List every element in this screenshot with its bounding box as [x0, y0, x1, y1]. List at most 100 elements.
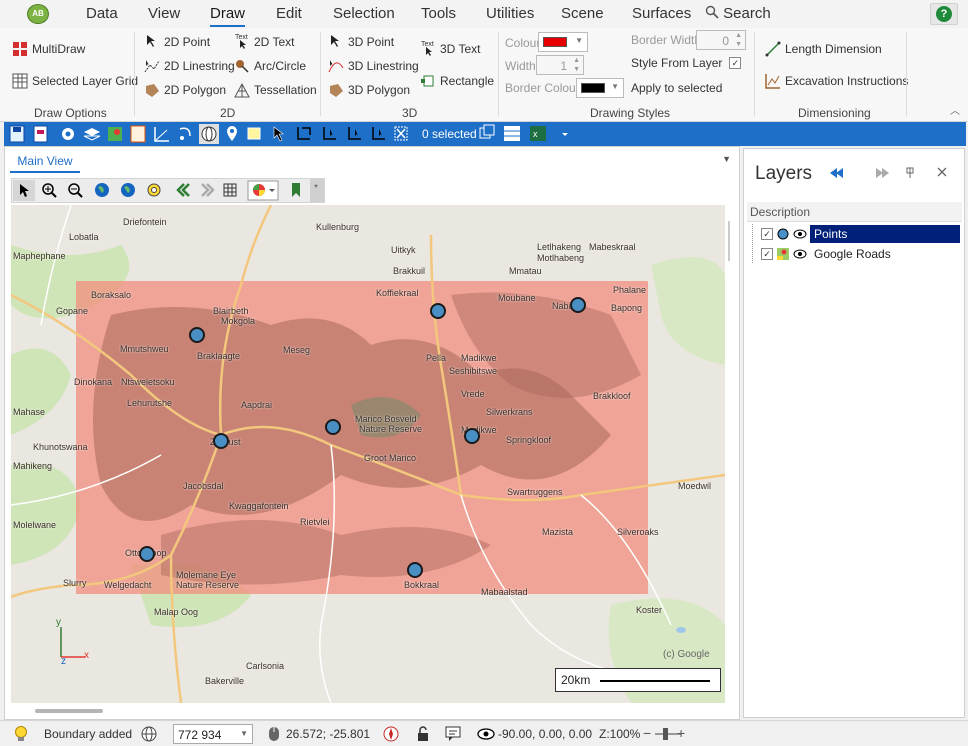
zoom-out-icon[interactable]	[68, 183, 83, 198]
compass-icon[interactable]	[383, 726, 399, 742]
apply-to-selected-button[interactable]: Apply to selected	[631, 81, 722, 95]
layer-row-google-roads[interactable]: ✓ Google Roads	[752, 244, 960, 263]
zoom-slider-thumb[interactable]	[663, 728, 668, 740]
map-point-marker[interactable]	[139, 546, 155, 562]
crop-remove-icon[interactable]	[348, 127, 361, 140]
collapse-left-icon[interactable]	[830, 168, 843, 178]
globe-icon[interactable]	[95, 183, 109, 197]
save-icon[interactable]	[9, 125, 25, 143]
close-icon[interactable]	[937, 167, 947, 177]
layers-scrollbar[interactable]	[728, 221, 730, 261]
angle-icon[interactable]	[154, 127, 169, 142]
selected-layer-grid-button[interactable]: Selected Layer Grid	[12, 73, 138, 89]
width-value: 1	[560, 59, 567, 73]
globe-zoom-icon[interactable]	[121, 183, 135, 197]
3d-point-button[interactable]: 3D Point	[328, 34, 394, 50]
map-point-marker[interactable]	[213, 433, 229, 449]
measure-icon[interactable]	[130, 125, 146, 143]
eye-icon[interactable]	[477, 727, 495, 741]
eye-icon[interactable]	[793, 247, 807, 261]
crop-add-icon[interactable]	[372, 127, 385, 140]
menu-view[interactable]: View	[148, 5, 180, 22]
menu-tools[interactable]: Tools	[421, 5, 456, 22]
layers-icon[interactable]	[83, 128, 101, 141]
3d-text-button[interactable]: Text 3D Text	[420, 41, 480, 57]
lock-icon[interactable]	[416, 726, 430, 742]
border-colour-picker[interactable]: ▼	[576, 78, 624, 98]
zoom-out-button[interactable]: −	[643, 725, 651, 741]
map-pin-icon[interactable]	[108, 127, 122, 141]
eye-icon[interactable]	[793, 227, 807, 241]
zoom-in-button[interactable]: +	[677, 725, 685, 741]
settings-icon[interactable]	[62, 128, 74, 140]
back-icon[interactable]	[176, 183, 190, 197]
menu-draw[interactable]: Draw	[210, 5, 246, 27]
3d-polygon-button[interactable]: 3D Polygon	[328, 82, 410, 98]
pointer-icon[interactable]	[13, 180, 35, 201]
copy-icon[interactable]	[479, 124, 495, 139]
menu-utilities[interactable]: Utilities	[486, 5, 534, 22]
tab-main-view[interactable]: Main View	[10, 151, 80, 173]
expand-right-icon[interactable]	[876, 168, 889, 178]
gear-icon[interactable]	[147, 183, 161, 197]
style-from-layer-toggle[interactable]: Style From Layer ✓	[631, 56, 742, 70]
select-box-icon[interactable]	[247, 127, 261, 140]
crop-select-icon[interactable]	[323, 127, 336, 140]
comment-icon[interactable]	[445, 726, 461, 742]
grid-icon[interactable]	[223, 183, 237, 197]
document-icon[interactable]	[33, 125, 48, 143]
zoom-in-icon[interactable]	[42, 183, 57, 198]
length-dimension-button[interactable]: Length Dimension	[765, 41, 882, 57]
map-point-marker[interactable]	[189, 327, 205, 343]
excavation-instructions-button[interactable]: Excavation Instructions	[765, 73, 908, 89]
table-icon[interactable]	[504, 126, 520, 141]
excel-icon[interactable]: x	[530, 126, 546, 141]
select-pointer-icon[interactable]	[273, 126, 284, 142]
chevron-down-icon[interactable]: ▼	[240, 729, 248, 738]
menu-edit[interactable]: Edit	[276, 5, 302, 22]
crop-icon[interactable]	[297, 127, 311, 140]
border-width-input[interactable]: 0 ▲ ▼	[696, 30, 746, 50]
location-pin-icon[interactable]	[227, 126, 237, 141]
2d-linestring-button[interactable]: 2D Linestring	[144, 58, 235, 74]
map-canvas[interactable]: Driefontein Lobatla Maphephane Kullenburg Ui…	[11, 205, 725, 703]
chevron-down-icon[interactable]: ▼	[722, 154, 731, 164]
pin-icon[interactable]	[906, 167, 914, 178]
map-point-marker[interactable]	[407, 562, 423, 578]
2d-text-button[interactable]: Text 2D Text	[234, 34, 294, 50]
chevron-down-icon[interactable]	[562, 133, 568, 136]
menu-data[interactable]: Data	[86, 5, 118, 22]
bookmark-icon[interactable]	[292, 183, 300, 197]
map-point-marker[interactable]	[570, 297, 586, 313]
menu-search[interactable]: Search	[705, 5, 771, 22]
app-logo[interactable]: AB	[27, 4, 49, 24]
menu-scene[interactable]: Scene	[561, 5, 604, 22]
map-point-marker[interactable]	[464, 428, 480, 444]
3d-linestring-button[interactable]: 3D Linestring	[328, 58, 419, 74]
collapse-ribbon-icon[interactable]: ︿	[950, 102, 960, 117]
arc-circle-button[interactable]: Arc/Circle	[234, 58, 306, 74]
2d-point-button[interactable]: 2D Point	[144, 34, 210, 50]
rectangle-button[interactable]: Rectangle	[420, 73, 494, 89]
map-point-marker[interactable]	[430, 303, 446, 319]
colour-picker[interactable]: ▼	[538, 32, 588, 52]
layer-row-points[interactable]: ✓ Points	[752, 224, 960, 243]
width-input[interactable]: 1 ▲ ▼	[536, 55, 584, 75]
menu-surfaces[interactable]: Surfaces	[632, 5, 691, 22]
horizontal-scrollbar[interactable]	[35, 709, 103, 713]
tessellation-button[interactable]: Tessellation	[234, 82, 317, 98]
clear-selection-icon[interactable]	[394, 126, 408, 141]
forward-icon[interactable]	[201, 183, 215, 197]
multidraw-button[interactable]: MultiDraw	[12, 41, 85, 57]
globe-grid-icon[interactable]	[140, 725, 158, 743]
checkbox-checked-icon[interactable]: ✓	[761, 247, 773, 260]
basemap-selector-icon[interactable]	[247, 180, 279, 201]
map-point-marker[interactable]	[325, 419, 341, 435]
checkbox-checked-icon[interactable]: ✓	[761, 227, 773, 240]
help-button[interactable]: ?	[930, 3, 958, 25]
globe-icon[interactable]	[199, 124, 219, 144]
rotate-icon[interactable]	[179, 127, 191, 140]
scale-input[interactable]: 772 934 ▼	[173, 724, 253, 744]
menu-selection[interactable]: Selection	[333, 5, 395, 22]
2d-polygon-button[interactable]: 2D Polygon	[144, 82, 226, 98]
